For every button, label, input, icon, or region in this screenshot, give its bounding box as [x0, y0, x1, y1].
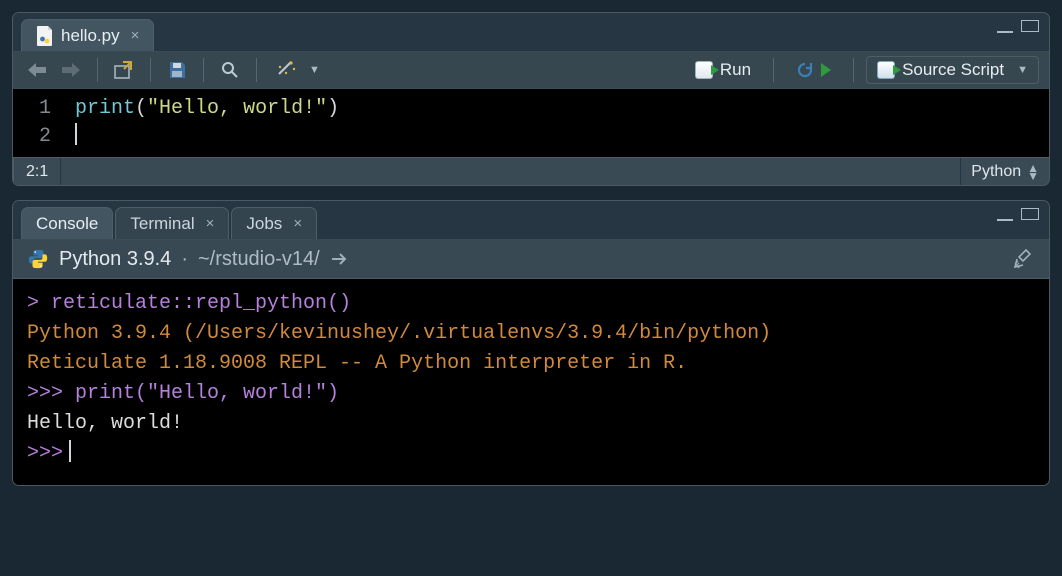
cursor-position[interactable]: 2:1 [13, 158, 61, 185]
console-line: Python 3.9.4 (/Users/kevinushey/.virtual… [27, 319, 1035, 349]
goto-dir-button[interactable] [330, 251, 350, 267]
tab-console[interactable]: Console [21, 207, 113, 239]
file-tab-hello-py[interactable]: hello.py × [21, 19, 154, 51]
show-in-new-window-button[interactable] [110, 57, 138, 83]
console-line: Hello, world! [27, 409, 1035, 439]
save-button[interactable] [163, 57, 191, 83]
editor-statusbar: 2:1 Python ▲▼ [13, 157, 1049, 185]
sort-icon: ▲▼ [1027, 164, 1039, 180]
chevron-down-icon: ▼ [1011, 64, 1028, 76]
tab-label: Console [36, 214, 98, 234]
console-prompt: >>> [27, 382, 63, 405]
minimize-icon[interactable] [997, 27, 1013, 33]
forward-button[interactable] [57, 57, 85, 83]
console-prompt: >>> [27, 442, 63, 465]
rerun-icon [796, 61, 814, 79]
code-tools-button[interactable]: ▼ [269, 57, 326, 83]
separator [203, 58, 204, 82]
code-editor[interactable]: 1 2 print("Hello, world!") [13, 89, 1049, 157]
console-prompt: > [27, 292, 39, 315]
chevron-down-icon: ▼ [303, 64, 320, 76]
separator-dot: · [181, 248, 188, 271]
python-version: Python 3.9.4 [59, 248, 171, 271]
separator [256, 58, 257, 82]
python-icon [27, 248, 49, 270]
language-label: Python [971, 163, 1021, 181]
code-token-paren: ( [135, 97, 147, 120]
language-selector[interactable]: Python ▲▼ [960, 158, 1049, 185]
find-button[interactable] [216, 57, 244, 83]
console-line: Reticulate 1.18.9008 REPL -- A Python in… [27, 349, 1035, 379]
close-icon[interactable]: × [131, 27, 140, 44]
editor-tabbar: hello.py × [13, 13, 1049, 51]
maximize-icon[interactable] [1021, 208, 1039, 220]
source-script-button[interactable]: Source Script ▼ [866, 56, 1039, 84]
separator [150, 58, 151, 82]
tab-label: Terminal [130, 214, 194, 234]
line-number: 2 [39, 123, 51, 151]
clear-console-button[interactable] [1013, 248, 1035, 270]
source-icon [877, 61, 895, 79]
run-label: Run [720, 60, 751, 80]
back-button[interactable] [23, 57, 51, 83]
python-file-icon [36, 26, 54, 46]
console-header: Python 3.9.4 · ~/rstudio-v14/ [13, 239, 1049, 279]
close-icon[interactable]: × [293, 215, 302, 232]
tab-label: Jobs [246, 214, 282, 234]
tab-jobs[interactable]: Jobs × [231, 207, 317, 239]
run-icon [695, 61, 713, 79]
editor-toolbar: ▼ Run Source Script ▼ [13, 51, 1049, 89]
file-tab-label: hello.py [61, 26, 120, 46]
line-number: 1 [39, 95, 51, 123]
text-cursor [69, 440, 71, 462]
play-icon [821, 63, 831, 77]
close-icon[interactable]: × [206, 215, 215, 232]
console-line: reticulate::repl_python() [39, 292, 351, 315]
separator [853, 58, 854, 82]
minimize-icon[interactable] [997, 215, 1013, 221]
tab-terminal[interactable]: Terminal × [115, 207, 229, 239]
code-token-fn: print [75, 97, 135, 120]
code-token-string: "Hello, world!" [147, 97, 327, 120]
line-gutter: 1 2 [13, 89, 65, 157]
editor-pane: hello.py × ▼ [12, 12, 1050, 186]
console-line: print("Hello, world!") [63, 382, 339, 405]
code-token-paren: ) [327, 97, 339, 120]
source-label: Source Script [902, 60, 1004, 80]
separator [773, 58, 774, 82]
run-button[interactable]: Run [685, 56, 761, 84]
console-pane: Console Terminal × Jobs × Python 3.9.4 ·… [12, 200, 1050, 486]
console-output[interactable]: > reticulate::repl_python() Python 3.9.4… [13, 279, 1049, 485]
text-cursor [75, 123, 77, 145]
separator [97, 58, 98, 82]
console-tabbar: Console Terminal × Jobs × [13, 201, 1049, 239]
rerun-button[interactable] [786, 56, 841, 84]
maximize-icon[interactable] [1021, 20, 1039, 32]
working-dir: ~/rstudio-v14/ [198, 248, 320, 271]
